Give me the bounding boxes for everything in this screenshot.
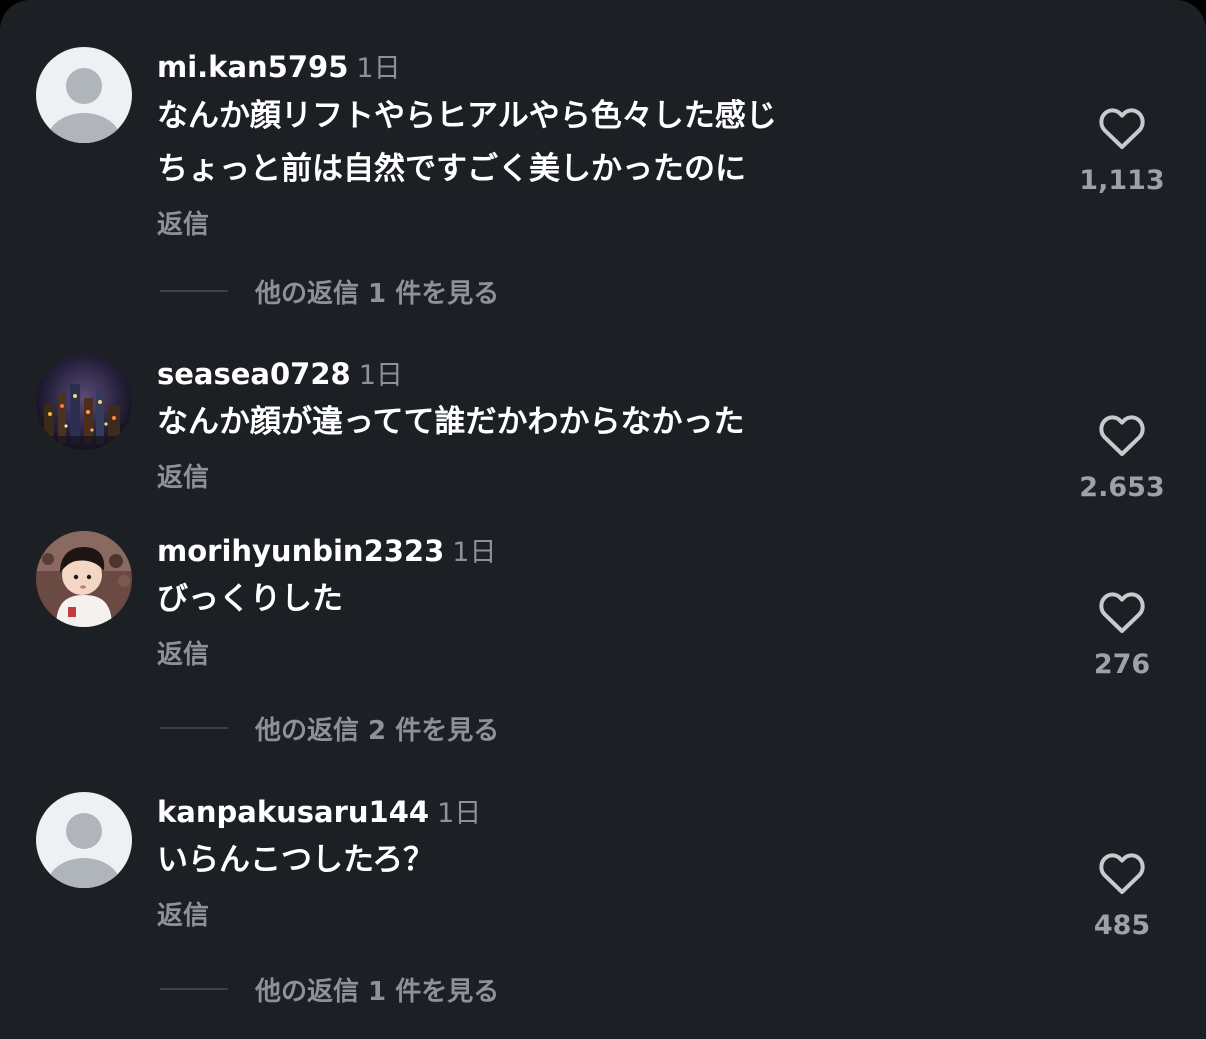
like-group: 485 — [1072, 851, 1172, 943]
like-group: 2.653 — [1072, 413, 1172, 505]
reply-button[interactable]: 返信 — [157, 899, 209, 933]
comment-text-line: びっくりした — [157, 581, 343, 617]
divider-line — [160, 727, 228, 729]
reply-button[interactable]: 返信 — [157, 208, 209, 242]
comment-header: morihyunbin2323 1日 — [157, 534, 496, 568]
view-more-replies-button[interactable]: 他の返信 1 件を見る — [160, 274, 500, 309]
username[interactable]: seasea0728 — [157, 357, 351, 391]
view-more-replies-label: 他の返信 1 件を見る — [255, 976, 500, 1007]
heart-icon[interactable] — [1098, 106, 1146, 150]
timestamp: 1日 — [437, 798, 482, 829]
view-more-replies-button[interactable]: 他の返信 1 件を見る — [160, 972, 500, 1007]
view-more-replies-label: 他の返信 1 件を見る — [255, 278, 500, 309]
like-group: 1,113 — [1072, 106, 1172, 198]
comment-text-line: いらんこつしたろ？ — [157, 842, 435, 878]
username[interactable]: morihyunbin2323 — [157, 534, 444, 568]
like-group: 276 — [1072, 590, 1172, 682]
like-count: 1,113 — [1079, 165, 1165, 196]
comment-text-line: ちょっと前は自然ですごく美しかったのに — [157, 151, 746, 187]
avatar[interactable] — [36, 47, 132, 143]
comment-header: seasea0728 1日 — [157, 357, 403, 391]
divider-line — [160, 290, 228, 292]
avatar[interactable] — [36, 354, 132, 450]
like-count: 276 — [1093, 649, 1151, 680]
heart-icon[interactable] — [1098, 590, 1146, 634]
avatar[interactable] — [36, 531, 132, 627]
child-photo-avatar — [36, 531, 132, 627]
comment-text-line: なんか顔リフトやらヒアルやら色々した感じ — [157, 98, 777, 134]
view-more-replies-label: 他の返信 2 件を見る — [255, 715, 500, 746]
comment-header: kanpakusaru144 1日 — [157, 795, 481, 829]
view-more-replies-button[interactable]: 他の返信 2 件を見る — [160, 711, 500, 746]
default-avatar-icon — [36, 792, 132, 888]
night-city-photo-avatar — [36, 354, 132, 450]
default-avatar-icon — [36, 47, 132, 143]
username[interactable]: mi.kan5795 — [157, 50, 348, 84]
timestamp: 1日 — [358, 360, 403, 391]
comment-text-line: なんか顔が違ってて誰だかわからなかった — [157, 404, 745, 440]
divider-line — [160, 988, 228, 990]
heart-icon[interactable] — [1098, 413, 1146, 457]
like-count: 2.653 — [1079, 472, 1165, 503]
comments-panel: mi.kan5795 1日 なんか顔リフトやらヒアルやら色々した感じ ちょっと前は… — [0, 0, 1206, 1039]
like-count: 485 — [1093, 910, 1151, 941]
reply-button[interactable]: 返信 — [157, 461, 209, 495]
reply-button[interactable]: 返信 — [157, 638, 209, 672]
avatar[interactable] — [36, 792, 132, 888]
username[interactable]: kanpakusaru144 — [157, 795, 429, 829]
comment-header: mi.kan5795 1日 — [157, 50, 401, 84]
timestamp: 1日 — [356, 53, 401, 84]
heart-icon[interactable] — [1098, 851, 1146, 895]
timestamp: 1日 — [452, 537, 497, 568]
